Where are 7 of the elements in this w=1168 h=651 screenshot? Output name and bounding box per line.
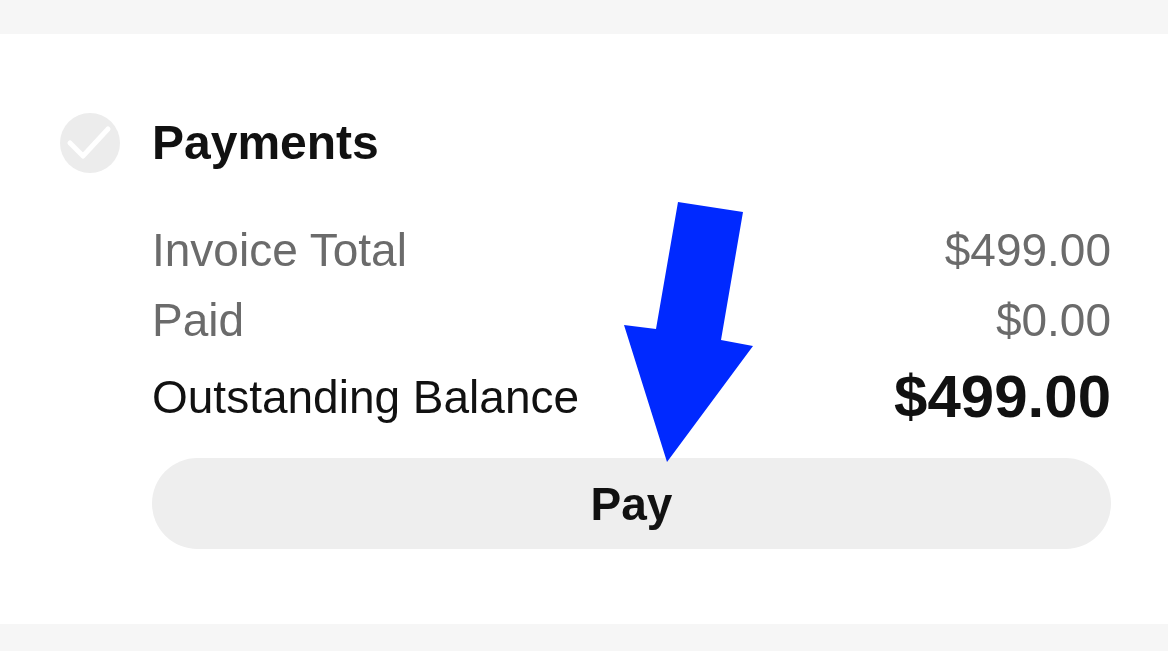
pay-button[interactable]: Pay xyxy=(152,458,1111,549)
row-label: Paid xyxy=(152,297,245,343)
row-amount: $499.00 xyxy=(944,227,1111,273)
row-amount: $499.00 xyxy=(894,367,1111,427)
row-amount: $0.00 xyxy=(995,297,1111,343)
row-label: Invoice Total xyxy=(152,227,407,273)
section-title: Payments xyxy=(152,119,379,167)
